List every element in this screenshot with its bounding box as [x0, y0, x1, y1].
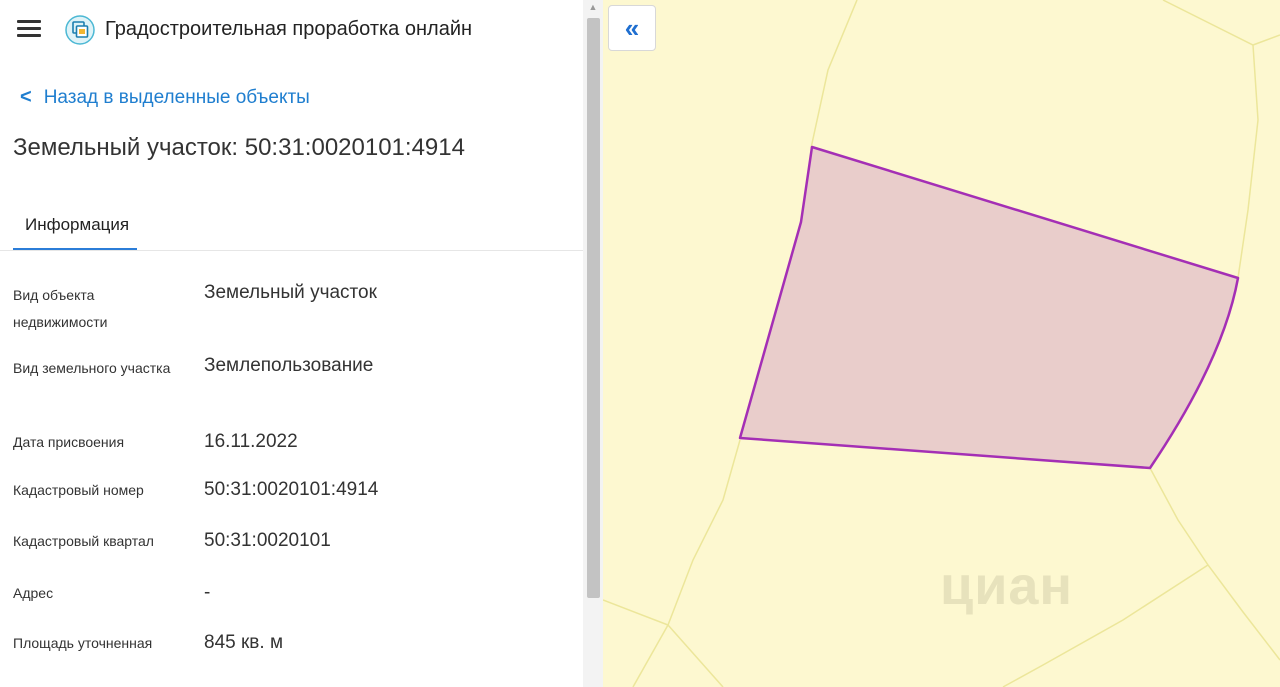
tab-bar: Информация [0, 200, 583, 251]
hamburger-icon[interactable] [17, 20, 41, 38]
selected-parcel [738, 145, 1240, 470]
layers-logo-icon [65, 15, 95, 45]
info-value: Землепользование [204, 355, 374, 376]
info-value: - [204, 582, 211, 603]
info-label: Вид земельного участка [13, 360, 171, 376]
info-label: Кадастровый номер [13, 482, 144, 498]
app-title: Градостроительная проработка онлайн [105, 18, 473, 40]
tab-information[interactable]: Информация [13, 200, 137, 250]
scroll-up-arrow-icon[interactable]: ▲ [583, 0, 603, 16]
scroll-thumb[interactable] [587, 18, 600, 598]
cadastral-map[interactable]: циан [603, 0, 1280, 687]
parcel-boundary [1162, 0, 1280, 46]
page-title: Земельный участок: 50:31:0020101:4914 [13, 134, 465, 161]
info-label: Адрес [13, 585, 54, 601]
info-value: 50:31:0020101 [204, 530, 331, 551]
info-value: 16.11.2022 [204, 431, 298, 452]
cian-watermark: циан [940, 556, 1074, 616]
parcel-boundary [667, 624, 724, 687]
info-value: 845 кв. м [204, 632, 284, 653]
collapse-panel-button[interactable]: « [608, 5, 656, 51]
app-header: Градостроительная проработка онлайн [0, 0, 583, 60]
tab-information-label: Информация [25, 215, 130, 234]
back-link-label: Назад в выделенные объекты [43, 87, 310, 108]
parcel-boundary [1237, 44, 1259, 279]
info-label: Площадь уточненная [13, 635, 153, 651]
info-value: Земельный участок [204, 282, 377, 303]
parcel-boundary [632, 624, 669, 687]
parcel-boundary [810, 0, 858, 149]
info-value: 50:31:0020101:4914 [204, 479, 379, 500]
parcel-boundary [603, 439, 741, 626]
info-label: Вид объекта недвижимости [13, 287, 108, 330]
side-panel: Градостроительная проработка онлайн < Наз… [0, 0, 583, 687]
chevron-left-icon: < [20, 86, 32, 108]
back-to-selected-link[interactable]: < Назад в выделенные объекты [20, 86, 310, 109]
parcel-boundary [1149, 467, 1280, 661]
panel-scrollbar[interactable]: ▲ [583, 0, 603, 687]
info-label: Кадастровый квартал [13, 533, 154, 549]
info-label: Дата присвоения [13, 434, 125, 450]
